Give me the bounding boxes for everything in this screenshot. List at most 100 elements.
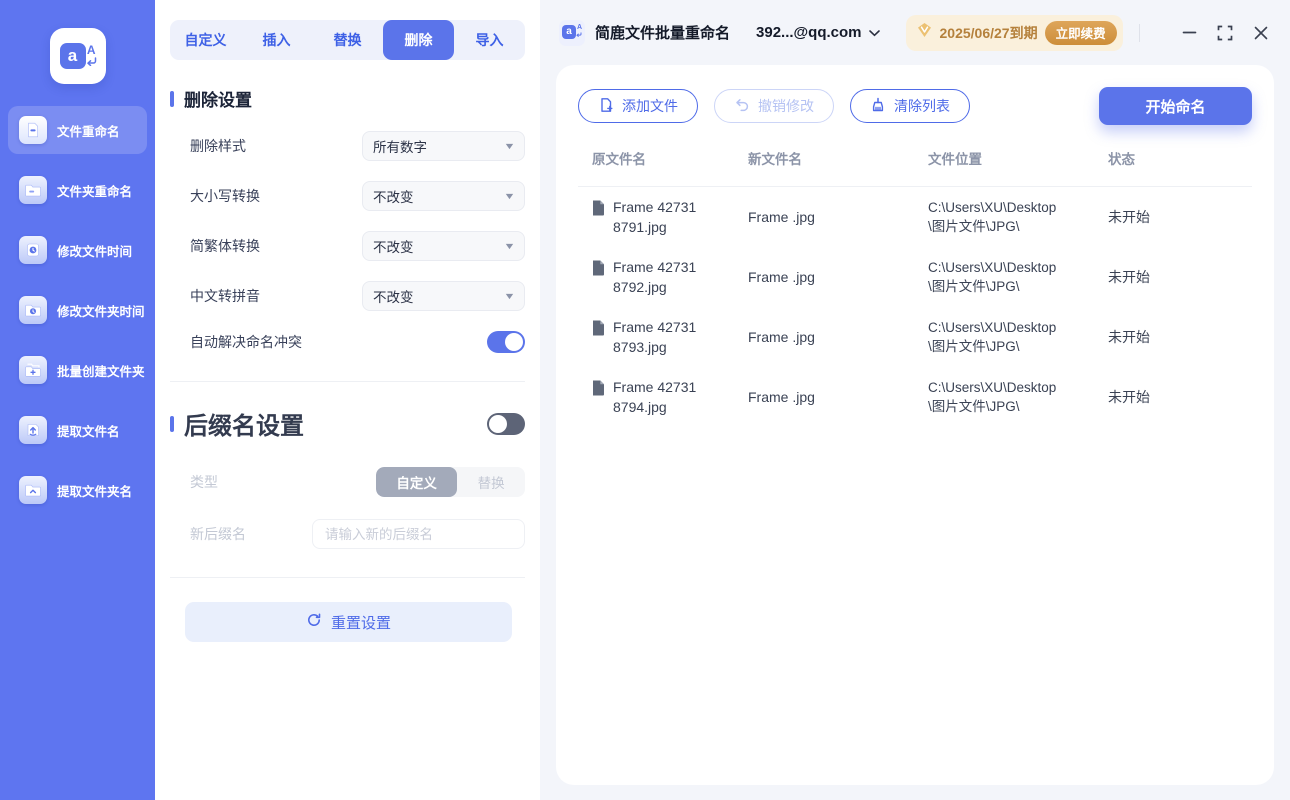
sidebar-item-label: 提取文件夹名 xyxy=(57,481,132,500)
sidebar-item-label: 修改文件时间 xyxy=(57,241,132,260)
account-menu[interactable]: 392...@qq.com xyxy=(756,24,880,41)
folder-time-icon xyxy=(19,296,47,324)
case-convert-select[interactable]: 不改变 ▼ xyxy=(362,181,525,211)
file-icon xyxy=(592,260,605,276)
close-button[interactable] xyxy=(1246,18,1276,48)
tab-import[interactable]: 导入 xyxy=(454,20,525,60)
rename-mode-tabs: 自定义 插入 替换 删除 导入 xyxy=(170,20,525,60)
window-controls xyxy=(1174,18,1290,48)
file-toolbar: 添加文件 撤销修改 清除列表 开始命名 xyxy=(578,87,1252,125)
renew-button[interactable]: 立即续费 xyxy=(1045,21,1117,45)
sidebar-item-folder-create[interactable]: 批量创建文件夹 xyxy=(8,346,147,394)
segment-replace[interactable]: 替换 xyxy=(457,467,525,497)
field-label-case-convert: 大小写转换 xyxy=(170,186,260,206)
pinyin-convert-select[interactable]: 不改变 ▼ xyxy=(362,281,525,311)
divider xyxy=(170,381,525,382)
conflict-resolve-toggle[interactable] xyxy=(487,331,525,353)
col-new-name: 新文件名 xyxy=(748,148,928,168)
divider xyxy=(1139,24,1140,42)
suffix-type-segment: 自定义 替换 xyxy=(376,467,525,497)
sidebar-item-label: 批量创建文件夹 xyxy=(57,361,145,380)
suffix-settings-title: 后缀名设置 xyxy=(170,406,304,441)
sidebar: a A 文件重命名 文件夹重命名 修改文件时间 xyxy=(0,0,155,800)
status-badge: 未开始 xyxy=(1108,327,1252,347)
tab-replace[interactable]: 替换 xyxy=(312,20,383,60)
sidebar-item-label: 文件重命名 xyxy=(57,121,120,140)
chevron-down-icon: ▼ xyxy=(503,191,515,201)
sidebar-item-file-rename[interactable]: 文件重命名 xyxy=(8,106,147,154)
suffix-settings-form: 类型 自定义 替换 新后缀名 xyxy=(170,467,525,549)
app-title: 简鹿文件批量重命名 xyxy=(595,22,730,43)
file-icon xyxy=(592,380,605,396)
file-icon xyxy=(592,320,605,336)
extract-filename-icon xyxy=(19,416,47,444)
title-accent-bar xyxy=(170,91,174,107)
logo-arrow-icon xyxy=(86,53,97,71)
sidebar-nav: 文件重命名 文件夹重命名 修改文件时间 修改文件夹时间 批量创建文件夹 xyxy=(0,106,155,514)
license-badge: 2025/06/27到期 立即续费 xyxy=(906,15,1123,51)
app-icon: a A xyxy=(559,20,585,46)
file-list-card: 添加文件 撤销修改 清除列表 开始命名 原文件名 新文件名 文件位置 状态 xyxy=(556,65,1274,785)
field-label-new-suffix: 新后缀名 xyxy=(170,524,246,544)
field-label-delete-style: 删除样式 xyxy=(170,136,246,156)
sidebar-item-label: 提取文件名 xyxy=(57,421,120,440)
table-row[interactable]: Frame 42731 8791.jpg Frame .jpg C:\Users… xyxy=(578,187,1252,247)
sidebar-item-label: 文件夹重命名 xyxy=(57,181,132,200)
suffix-enable-toggle[interactable] xyxy=(487,413,525,435)
tab-custom[interactable]: 自定义 xyxy=(170,20,241,60)
add-files-button[interactable]: 添加文件 xyxy=(578,89,698,123)
col-location: 文件位置 xyxy=(928,148,1108,168)
reset-settings-button[interactable]: 重置设置 xyxy=(185,602,512,642)
segment-custom[interactable]: 自定义 xyxy=(376,467,457,497)
title-accent-bar xyxy=(170,416,174,432)
table-row[interactable]: Frame 42731 8794.jpg Frame .jpg C:\Users… xyxy=(578,367,1252,427)
sidebar-item-file-time[interactable]: 修改文件时间 xyxy=(8,226,147,274)
table-row[interactable]: Frame 42731 8793.jpg Frame .jpg C:\Users… xyxy=(578,307,1252,367)
divider xyxy=(170,577,525,578)
extract-foldername-icon xyxy=(19,476,47,504)
chevron-down-icon: ▼ xyxy=(503,141,515,151)
chinese-convert-select[interactable]: 不改变 ▼ xyxy=(362,231,525,261)
col-status: 状态 xyxy=(1108,148,1252,168)
file-icon xyxy=(592,200,605,216)
undo-icon xyxy=(734,97,750,116)
field-label-conflict: 自动解决命名冲突 xyxy=(170,332,302,352)
license-expiry: 2025/06/27到期 xyxy=(940,23,1038,43)
app-logo: a A xyxy=(50,28,106,84)
chevron-down-icon: ▼ xyxy=(503,241,515,251)
file-time-icon xyxy=(19,236,47,264)
field-label-pinyin-convert: 中文转拼音 xyxy=(170,286,260,306)
minimize-button[interactable] xyxy=(1174,18,1204,48)
chevron-down-icon xyxy=(869,24,880,41)
field-label-suffix-type: 类型 xyxy=(170,472,218,492)
chevron-down-icon: ▼ xyxy=(503,291,515,301)
delete-style-select[interactable]: 所有数字 ▼ xyxy=(362,131,525,161)
logo-a-glyph: a xyxy=(60,43,86,69)
maximize-button[interactable] xyxy=(1210,18,1240,48)
start-rename-button[interactable]: 开始命名 xyxy=(1099,87,1252,125)
new-suffix-input[interactable] xyxy=(312,519,525,549)
status-badge: 未开始 xyxy=(1108,387,1252,407)
broom-icon xyxy=(870,97,886,116)
undo-button[interactable]: 撤销修改 xyxy=(714,89,834,123)
delete-settings-title: 删除设置 xyxy=(170,86,525,111)
clear-list-button[interactable]: 清除列表 xyxy=(850,89,970,123)
tab-insert[interactable]: 插入 xyxy=(241,20,312,60)
main-area: a A 简鹿文件批量重命名 392...@qq.com 2025/06/27到期… xyxy=(540,0,1290,800)
col-original-name: 原文件名 xyxy=(592,148,748,168)
tab-delete[interactable]: 删除 xyxy=(383,20,454,60)
sidebar-item-extract-foldername[interactable]: 提取文件夹名 xyxy=(8,466,147,514)
delete-settings-form: 删除样式 所有数字 ▼ 大小写转换 不改变 ▼ 简繁体转换 不改变 ▼ 中文转拼… xyxy=(170,131,525,353)
table-row[interactable]: Frame 42731 8792.jpg Frame .jpg C:\Users… xyxy=(578,247,1252,307)
vip-gem-icon xyxy=(916,22,933,43)
sidebar-item-extract-filename[interactable]: 提取文件名 xyxy=(8,406,147,454)
file-rename-icon xyxy=(19,116,47,144)
sidebar-item-label: 修改文件夹时间 xyxy=(57,301,145,320)
refresh-icon xyxy=(306,612,322,632)
table-header: 原文件名 新文件名 文件位置 状态 xyxy=(578,129,1252,187)
status-badge: 未开始 xyxy=(1108,267,1252,287)
folder-create-icon xyxy=(19,356,47,384)
sidebar-item-folder-time[interactable]: 修改文件夹时间 xyxy=(8,286,147,334)
sidebar-item-folder-rename[interactable]: 文件夹重命名 xyxy=(8,166,147,214)
folder-rename-icon xyxy=(19,176,47,204)
